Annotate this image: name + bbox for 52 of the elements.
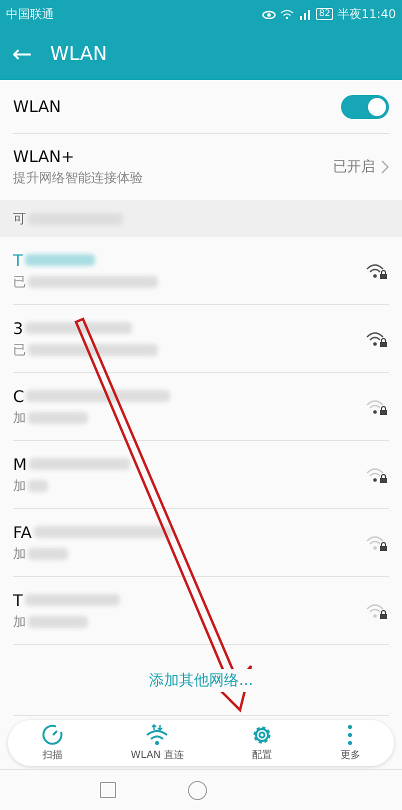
wlan-label: WLAN — [13, 97, 62, 116]
network-item[interactable]: C 加 — [13, 373, 389, 441]
network-status: 已 — [13, 342, 26, 358]
blurred-text — [28, 616, 88, 628]
home-button[interactable] — [188, 780, 207, 800]
blurred-text — [28, 412, 88, 424]
network-item[interactable]: 3 已 — [13, 305, 389, 373]
network-item[interactable]: T 加 — [13, 577, 389, 645]
section-header: 可 — [13, 210, 26, 228]
clock-time: 半夜11:40 — [337, 6, 396, 22]
wifi-arrows-icon — [145, 724, 170, 746]
wlan-plus-status[interactable]: 已开启 — [333, 158, 375, 176]
settings-icon — [251, 724, 274, 746]
signal-icon — [298, 8, 312, 20]
chevron-icon — [381, 160, 389, 174]
network-status: 加 — [13, 478, 26, 494]
blurred-text — [28, 480, 48, 492]
network-name: M — [13, 454, 27, 474]
more-icon — [347, 724, 354, 746]
network-name: T — [13, 590, 23, 610]
network-status: 已 — [13, 274, 26, 290]
network-name: 3 — [13, 318, 24, 338]
wifi-lock-icon — [365, 466, 389, 484]
toolbar-button[interactable]: WLAN 直连 — [124, 724, 190, 762]
network-name: FA — [13, 522, 32, 542]
page-title: WLAN — [50, 43, 108, 65]
recents-button[interactable] — [100, 782, 116, 798]
eye-icon — [262, 9, 276, 19]
toolbar-button[interactable]: 扫描 — [36, 724, 70, 762]
toolbar-button[interactable]: 配置 — [245, 724, 280, 762]
wifi-lock-icon — [365, 262, 389, 280]
blurred-text — [28, 548, 68, 560]
wlan-plus-label: WLAN+ — [13, 147, 76, 166]
wlan-plus-description: 提升网络智能连接体验 — [13, 170, 144, 187]
carrier-name: 中国联通 — [6, 6, 54, 22]
network-item[interactable]: FA 加 — [13, 509, 389, 577]
network-item[interactable]: M 加 — [13, 441, 389, 509]
network-name: T — [13, 250, 23, 270]
scan-icon — [42, 724, 64, 746]
wifi-lock-icon — [365, 398, 389, 416]
wlan-toggle[interactable] — [341, 94, 389, 118]
toolbar-button[interactable]: 更多 — [334, 724, 366, 762]
network-status: 加 — [13, 614, 26, 630]
network-status: 加 — [13, 546, 26, 562]
blurred-text — [24, 254, 95, 266]
network-name: C — [13, 386, 24, 406]
wifi-lock-icon — [365, 602, 389, 620]
wifi-lock-icon — [365, 534, 389, 552]
wifi-lock-icon — [365, 330, 389, 348]
battery-level: 82 — [316, 8, 334, 20]
wifi-icon — [280, 9, 294, 19]
network-status: 加 — [13, 410, 26, 426]
